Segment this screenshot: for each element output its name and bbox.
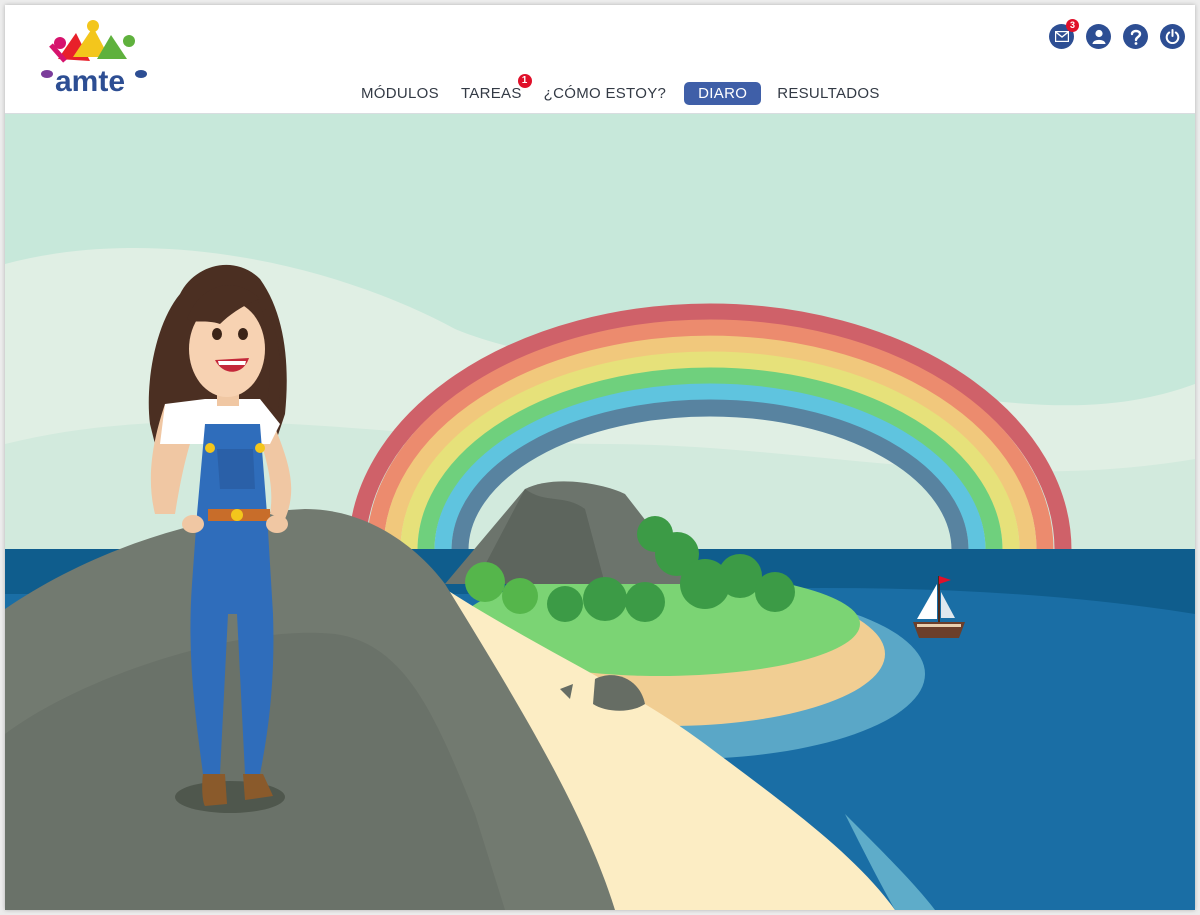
nav-item-modulos[interactable]: MÓDULOS [351, 82, 449, 105]
nav-item-resultados[interactable]: RESULTADOS [767, 82, 889, 105]
amte-logo[interactable]: amte [35, 19, 150, 99]
diary-scene-illustration [5, 114, 1195, 910]
nav-item-diaro[interactable]: DIARO [684, 81, 762, 105]
power-icon [1165, 29, 1180, 44]
profile-button[interactable] [1086, 24, 1111, 49]
logo-text: amte [55, 65, 125, 98]
mail-icon [1054, 31, 1069, 42]
mail-count-badge: 3 [1066, 19, 1079, 32]
help-icon [1130, 29, 1141, 45]
user-icon [1092, 29, 1105, 44]
nav-item-label: TAREAS [460, 84, 522, 102]
nav-item-tareas[interactable]: TAREAS 1 [451, 73, 532, 105]
main-nav: MÓDULOS TAREAS 1 ¿CÓMO ESTOY? DIARO RESU… [351, 73, 892, 106]
help-button[interactable] [1123, 24, 1148, 49]
mail-button[interactable]: 3 [1049, 19, 1079, 49]
logout-button[interactable] [1160, 24, 1185, 49]
tasks-count-badge: 1 [517, 73, 532, 88]
app-window: amte MÓDULOS TAREAS 1 ¿CÓMO ESTOY? DIARO… [5, 5, 1195, 910]
top-icon-bar: 3 [1049, 19, 1185, 49]
nav-item-como-estoy[interactable]: ¿CÓMO ESTOY? [534, 82, 677, 105]
header: amte MÓDULOS TAREAS 1 ¿CÓMO ESTOY? DIARO… [5, 5, 1195, 114]
